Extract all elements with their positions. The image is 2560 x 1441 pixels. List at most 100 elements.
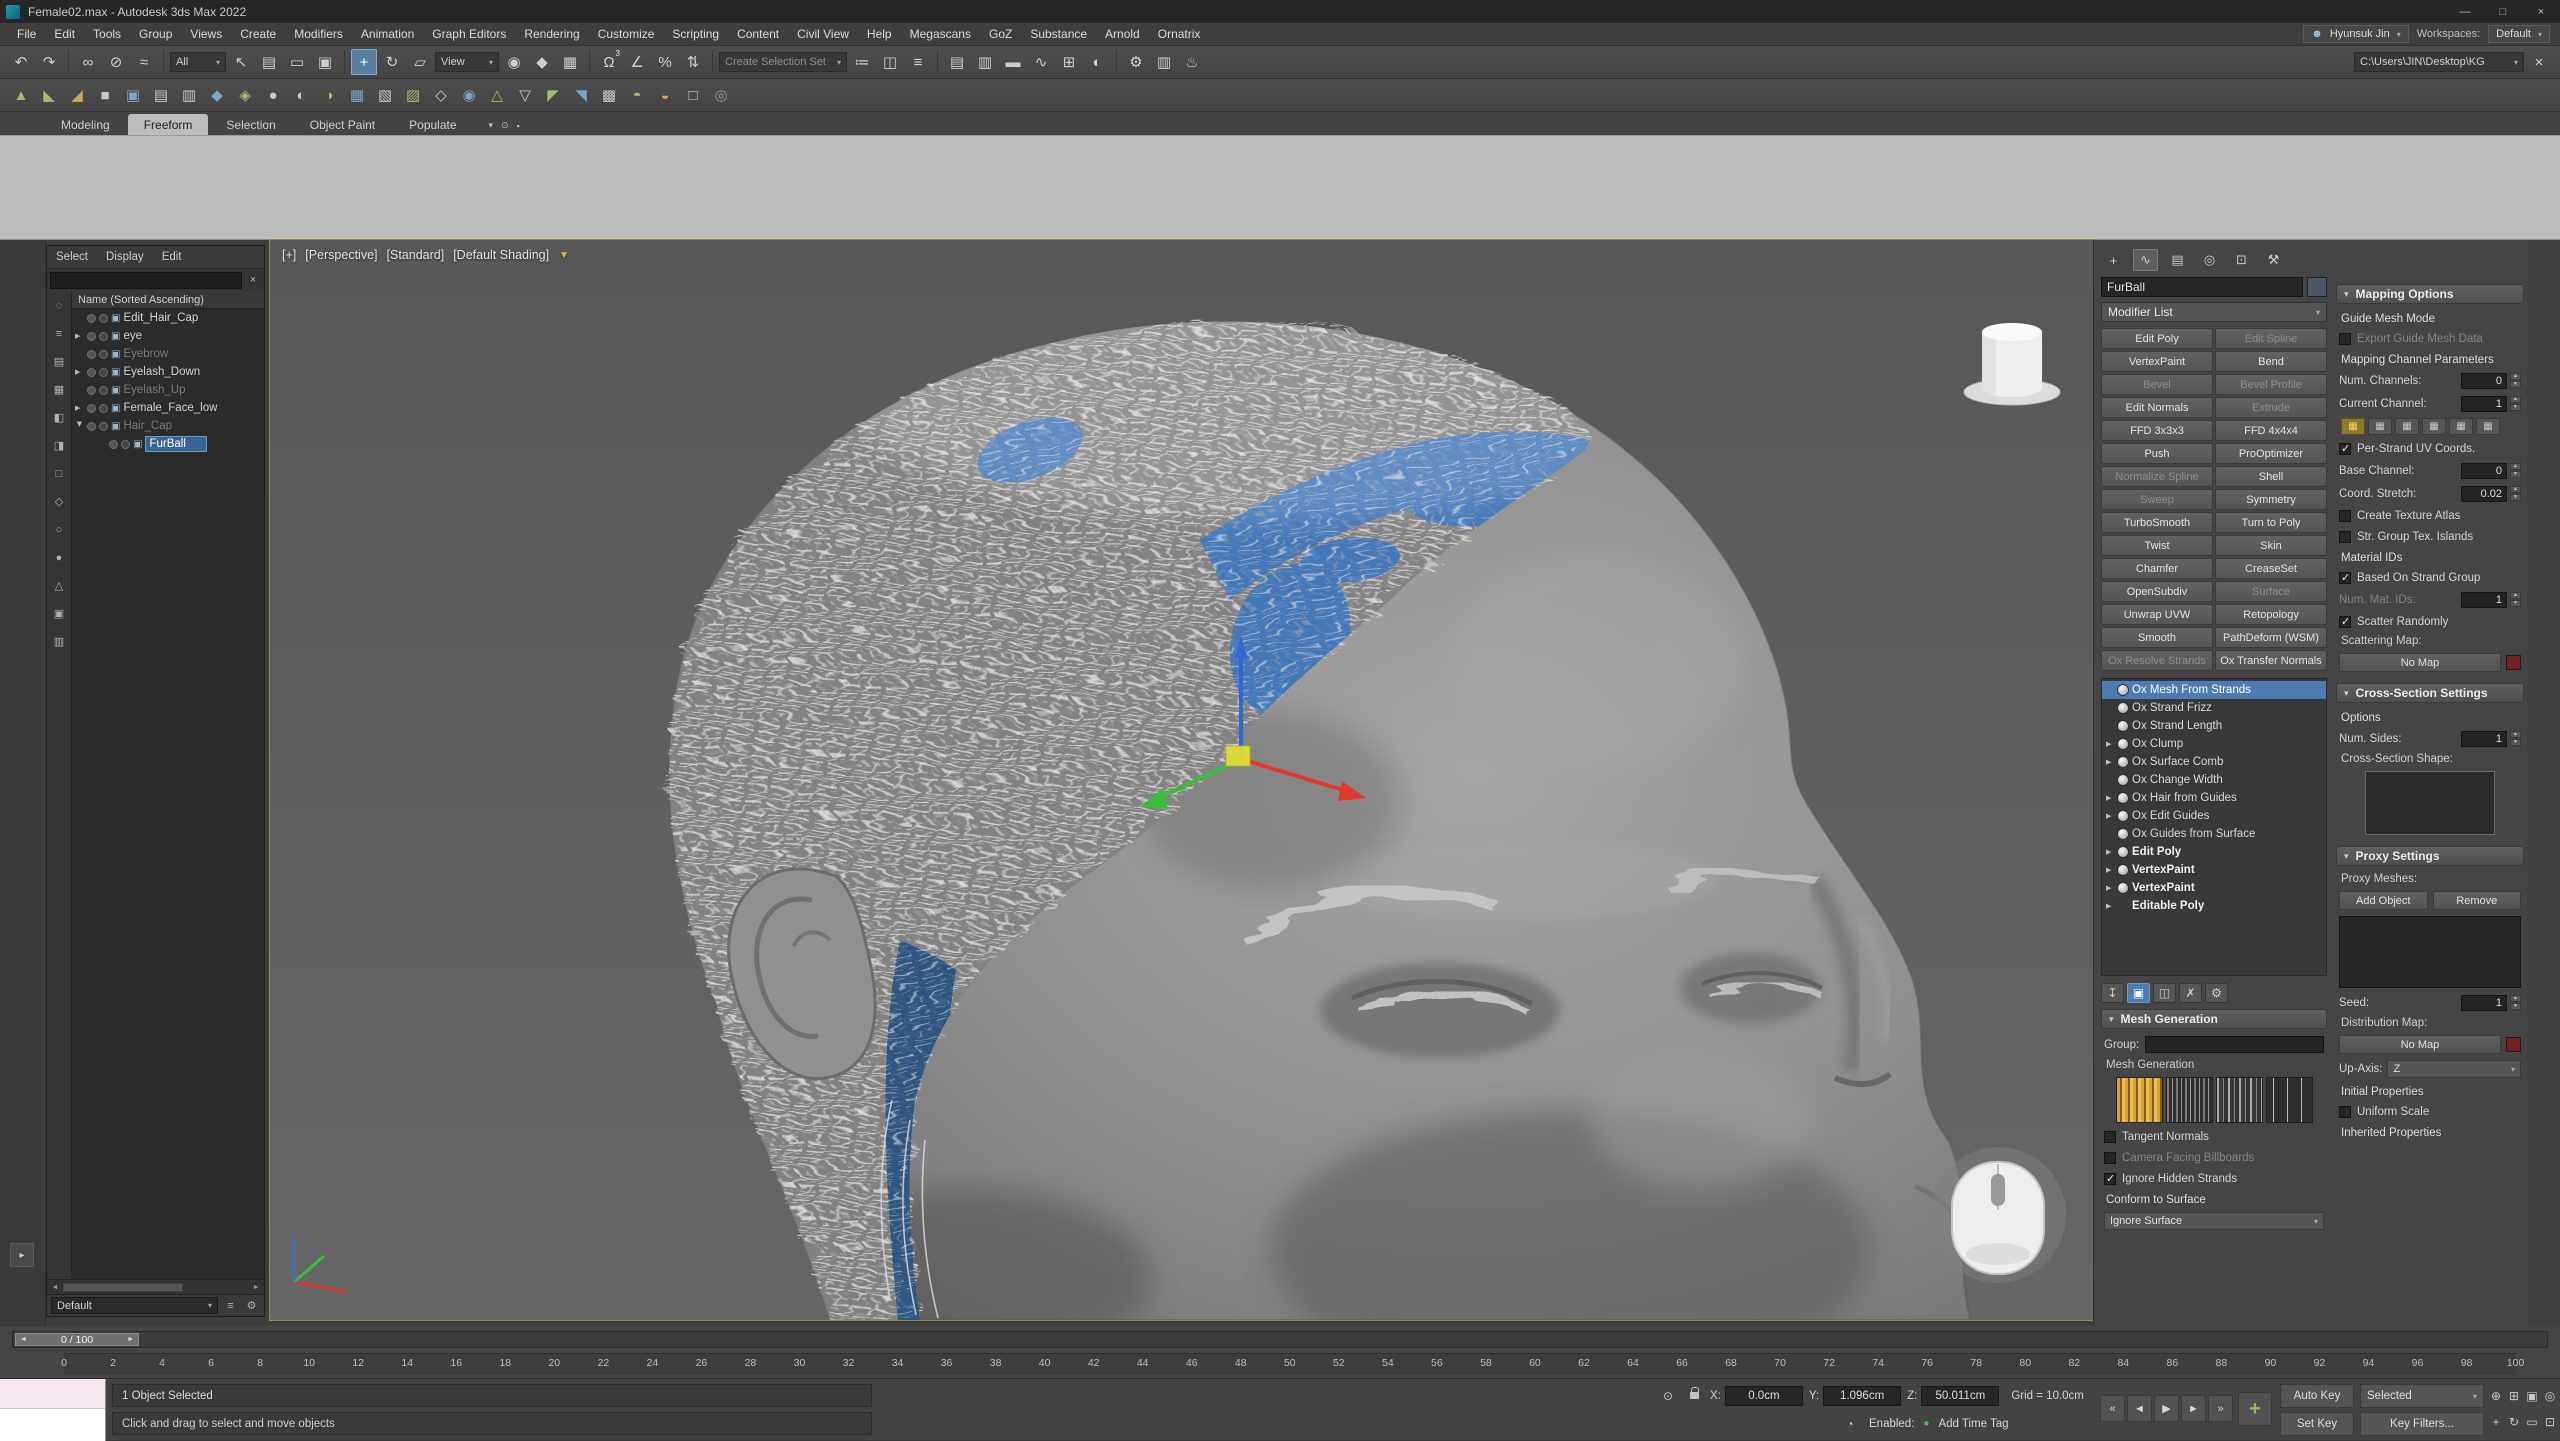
extra-tool-icon[interactable]: ◣ — [36, 82, 62, 108]
spinner-arrows[interactable]: ▲▼ — [2510, 463, 2521, 478]
value-field[interactable]: 1 — [2461, 995, 2507, 1011]
orbit-icon[interactable]: ↻ — [2506, 1410, 2522, 1434]
extra-tool-icon[interactable]: △ — [484, 82, 510, 108]
modifier-set-button[interactable]: Ox Resolve Strands — [2101, 650, 2213, 671]
checkbox-row[interactable]: Create Texture Atlas — [2339, 508, 2521, 523]
modifier-stack-row[interactable]: ▶ Ox Mesh From Strands — [2102, 681, 2326, 699]
menu-item[interactable]: Arnold — [1096, 23, 1149, 46]
explorer-tool-icon[interactable]: ◇ — [51, 493, 68, 510]
checkbox-row[interactable]: Ignore Hidden Strands — [2104, 1171, 2324, 1186]
extra-tool-icon[interactable]: ◉ — [456, 82, 482, 108]
explorer-menu-item[interactable]: Select — [47, 246, 97, 268]
rollout-header[interactable]: ▾Cross-Section Settings — [2336, 683, 2524, 703]
extra-tool-icon[interactable]: ▣ — [120, 82, 146, 108]
modifier-list-dropdown[interactable]: Modifier List▾ — [2101, 302, 2327, 322]
expand-arrow-icon[interactable]: ▶ — [75, 332, 84, 340]
schematic-view-icon[interactable]: ⊞ — [1056, 49, 1082, 75]
mirror-icon[interactable]: ◫ — [877, 49, 903, 75]
zoom-extents-icon[interactable]: ▣ — [2524, 1384, 2540, 1408]
checkbox[interactable] — [2339, 616, 2351, 628]
add-object-button[interactable]: Add Object — [2339, 891, 2428, 910]
key-filter-set-combo[interactable]: Selected▾ — [2360, 1384, 2484, 1408]
go-to-end-button[interactable]: » — [2208, 1395, 2233, 1422]
modifier-set-button[interactable]: Ox Transfer Normals — [2215, 650, 2327, 671]
expand-arrow-icon[interactable]: ▶ — [75, 368, 84, 376]
scene-object-row[interactable]: ▶ ▣ Eyelash_Down — [72, 363, 264, 381]
make-unique-icon[interactable]: ◫ — [2153, 983, 2176, 1003]
rendered-frame-icon[interactable]: ▥ — [1151, 49, 1177, 75]
display-toggle-icon[interactable] — [87, 314, 96, 323]
maximize-button[interactable]: □ — [2484, 0, 2522, 23]
hierarchy-tab-icon[interactable]: ▤ — [2165, 249, 2190, 271]
remove-modifier-icon[interactable]: ✗ — [2179, 983, 2202, 1003]
modifier-set-button[interactable]: Shell — [2215, 466, 2327, 487]
checkbox-row[interactable]: Tangent Normals — [2104, 1129, 2324, 1144]
scene-object-row[interactable]: ▶ ▣ Eyelash_Up — [72, 381, 264, 399]
redo-icon[interactable]: ↷ — [36, 49, 62, 75]
workspace-combo[interactable]: Default▾ — [2488, 25, 2550, 43]
maxscript-mini-listener[interactable] — [0, 1379, 106, 1441]
modifier-stack-row[interactable]: ▶ Ox Clump — [2102, 735, 2326, 753]
extra-tool-icon[interactable]: ◈ — [232, 82, 258, 108]
selection-filter-combo[interactable]: All▾ — [170, 52, 226, 72]
go-to-start-button[interactable]: « — [2100, 1395, 2125, 1422]
menu-item[interactable]: Animation — [352, 23, 423, 46]
explorer-settings-icon[interactable]: ≡ — [222, 1297, 239, 1314]
per-view-filter-icon[interactable]: ▼ — [559, 250, 569, 261]
map-button[interactable]: No Map — [2339, 1035, 2501, 1054]
scene-object-row[interactable]: ▶ ▣ Edit_Hair_Cap — [72, 309, 264, 327]
play-button[interactable]: ▶ — [2154, 1395, 2179, 1422]
explorer-tool-icon[interactable]: ▥ — [51, 633, 68, 650]
value-field[interactable]: 0 — [2461, 463, 2507, 479]
value-field[interactable]: 0 — [2461, 373, 2507, 389]
curve-editor-icon[interactable]: ∿ — [1028, 49, 1054, 75]
explorer-menu-item[interactable]: Edit — [153, 246, 191, 268]
checkbox[interactable] — [2104, 1131, 2116, 1143]
previous-frame-button[interactable]: ◄ — [2127, 1395, 2152, 1422]
extra-tool-icon[interactable]: ▽ — [512, 82, 538, 108]
ribbon-tab[interactable]: Selection — [210, 114, 291, 135]
previous-frame-arrow[interactable]: ◄ — [20, 1336, 27, 1343]
hair-texture-thumbnail[interactable] — [2116, 1077, 2163, 1123]
ribbon-tab[interactable]: Populate — [393, 114, 472, 135]
viewport-label-menu[interactable]: [Standard] — [387, 248, 445, 262]
group-field[interactable] — [2145, 1036, 2324, 1053]
modifier-set-button[interactable]: Turn to Poly — [2215, 512, 2327, 533]
modifier-stack-row[interactable]: ▶ Ox Change Width — [2102, 771, 2326, 789]
ribbon-toggle-icon[interactable]: ▬ — [1000, 49, 1026, 75]
extra-tool-icon[interactable]: ◓ — [624, 82, 650, 108]
ribbon-collapse-icon[interactable]: ▾ — [489, 120, 494, 131]
explorer-tool-icon[interactable]: ◌ — [51, 297, 68, 314]
checkbox-row[interactable]: Per-Strand UV Coords. — [2339, 441, 2521, 456]
modifier-set-button[interactable]: Chamfer — [2101, 558, 2213, 579]
modifier-set-button[interactable]: Bevel — [2101, 374, 2213, 395]
hair-texture-thumbnail[interactable] — [2166, 1077, 2213, 1123]
render-toggle-icon[interactable] — [99, 404, 108, 413]
render-toggle-icon[interactable] — [99, 350, 108, 359]
menu-item[interactable]: Civil View — [788, 23, 858, 46]
modifier-enable-icon[interactable] — [2118, 865, 2128, 875]
rollout-header[interactable]: ▾Mapping Options — [2336, 284, 2524, 304]
extra-tool-icon[interactable]: ▦ — [344, 82, 370, 108]
modifier-enable-icon[interactable] — [2118, 811, 2128, 821]
scene-object-row[interactable]: ▶ ▣ eye — [72, 327, 264, 345]
scene-object-row[interactable]: ▶ ▣ FurBall — [72, 435, 264, 453]
scrollbar-thumb[interactable] — [63, 1283, 183, 1292]
explorer-tool-icon[interactable]: ◧ — [51, 409, 68, 426]
select-and-rotate-icon[interactable]: ↻ — [379, 49, 405, 75]
checkbox[interactable] — [2339, 510, 2351, 522]
edit-named-selections-icon[interactable]: ≔ — [849, 49, 875, 75]
spinner-arrows[interactable]: ▲▼ — [2510, 731, 2521, 746]
modifier-stack-row[interactable]: ▶ Ox Guides from Surface — [2102, 825, 2326, 843]
channel-button[interactable]: ▦ — [2476, 418, 2500, 435]
modifier-stack-row[interactable]: ▶ VertexPaint — [2102, 879, 2326, 897]
coordinate-input[interactable]: 50.011cm — [1921, 1386, 1999, 1406]
map-enable-toggle[interactable] — [2506, 655, 2521, 670]
menu-item[interactable]: Scripting — [663, 23, 728, 46]
modifier-enable-icon[interactable] — [2118, 757, 2128, 767]
modifier-enable-icon[interactable] — [2118, 739, 2128, 749]
track-bar[interactable]: 0246810121416182022242628303234363840424… — [64, 1353, 2516, 1375]
modifier-set-button[interactable]: Edit Poly — [2101, 328, 2213, 349]
render-toggle-icon[interactable] — [99, 314, 108, 323]
select-object-icon[interactable]: ↖ — [228, 49, 254, 75]
